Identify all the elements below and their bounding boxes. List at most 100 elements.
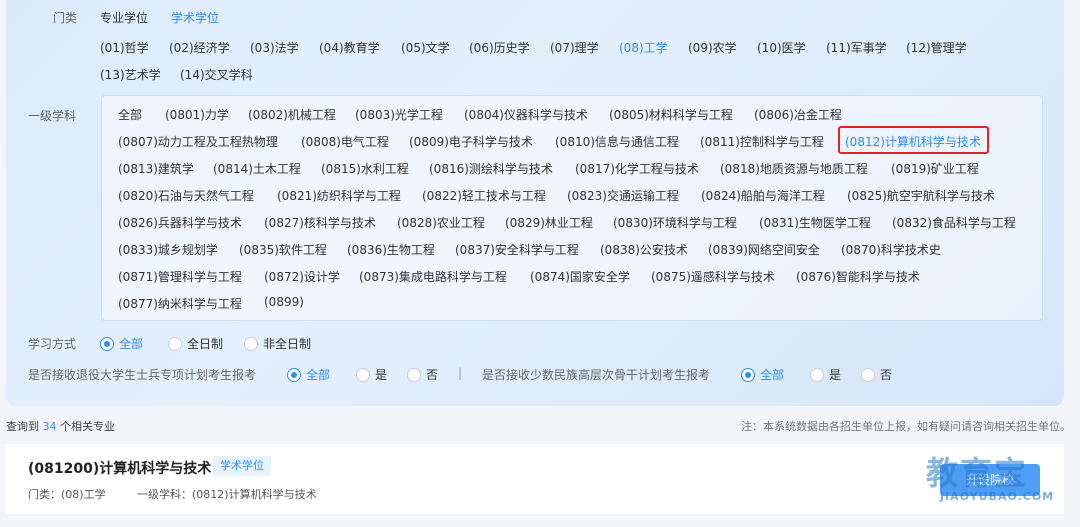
subject-item[interactable]: (0808)电气工程 [301, 133, 389, 150]
subject-item[interactable]: (0824)船舶与海洋工程 [701, 187, 825, 204]
open-schools-button[interactable]: 开设院校 [940, 464, 1040, 496]
category-item[interactable]: (07)理学 [550, 39, 599, 56]
veteran-all-radio[interactable]: 全部 [287, 366, 330, 383]
subject-item[interactable]: (0823)交通运输工程 [567, 187, 679, 204]
subject-item[interactable]: (0836)生物工程 [347, 241, 435, 258]
subject-item[interactable]: (0830)环境科学与工程 [613, 214, 737, 231]
radio-label: 否 [426, 368, 439, 382]
subject-item[interactable]: (0838)公安技术 [600, 241, 688, 258]
subject-item[interactable]: (0814)土木工程 [213, 160, 301, 177]
degree-academic[interactable]: 学术学位 [171, 9, 219, 26]
minority-no-radio[interactable]: 否 [861, 366, 892, 383]
subject-item[interactable]: (0804)仪器科学与技术 [464, 106, 588, 123]
category-item[interactable]: (11)军事学 [826, 39, 887, 56]
major-subject: 一级学科：(0812)计算机科学与技术 [137, 488, 317, 501]
category-item[interactable]: (10)医学 [757, 39, 806, 56]
radio-label: 全部 [760, 368, 785, 382]
divider: | [458, 366, 463, 380]
subject-item[interactable]: (0826)兵器科学与技术 [118, 214, 242, 231]
category-item[interactable]: (12)管理学 [906, 39, 967, 56]
radio-label: 是 [375, 368, 388, 382]
radio-label: 否 [880, 368, 893, 382]
subject-item[interactable]: (0837)安全科学与工程 [455, 241, 579, 258]
subject-item[interactable]: (0831)生物医学工程 [759, 214, 871, 231]
study-mode-label: 学习方式 [28, 337, 77, 351]
major-category: 门类：(08)工学 [28, 488, 106, 501]
subject-item[interactable]: (0877)纳米科学与工程 [118, 295, 242, 312]
subject-item[interactable]: (0809)电子科学与技术 [409, 133, 533, 150]
minority-label: 是否接收少数民族高层次骨干计划考生报考 [482, 368, 711, 382]
result-suffix: 个相关专业 [60, 420, 115, 433]
category-label: 门类 [53, 11, 78, 25]
subject-item[interactable]: (0876)智能科学与技术 [796, 268, 920, 285]
major-card: (081200)计算机科学与技术 学术学位 门类：(08)工学 一级学科：(08… [6, 444, 1064, 514]
radio-label: 是 [829, 368, 842, 382]
degree-professional[interactable]: 专业学位 [100, 9, 148, 26]
subject-item[interactable]: (0871)管理科学与工程 [118, 268, 242, 285]
subject-item[interactable]: 全部 [118, 106, 142, 123]
veteran-yes-radio[interactable]: 是 [356, 366, 387, 383]
subject-item[interactable]: (0874)国家安全学 [530, 268, 630, 285]
category-item[interactable]: (02)经济学 [169, 39, 230, 56]
category-item[interactable]: (09)农学 [688, 39, 737, 56]
subject-item[interactable]: (0875)遥感科学与技术 [651, 268, 775, 285]
radio-label: 全部 [306, 368, 331, 382]
subject-item[interactable]: (0817)化学工程与技术 [575, 160, 699, 177]
subject-item[interactable]: (0822)轻工技术与工程 [422, 187, 546, 204]
subject-item[interactable]: (0802)机械工程 [248, 106, 336, 123]
veteran-no-radio[interactable]: 否 [407, 366, 438, 383]
category-item[interactable]: (03)法学 [250, 39, 299, 56]
subject-item[interactable]: (0805)材料科学与工程 [609, 106, 733, 123]
category-item[interactable]: (04)教育学 [319, 39, 380, 56]
subject-item[interactable]: (0832)食品科学与工程 [892, 214, 1016, 231]
result-prefix: 查询到 [6, 420, 39, 433]
category-item-engineering[interactable]: (08)工学 [619, 39, 668, 56]
category-item[interactable]: (13)艺术学 [100, 66, 161, 83]
subject-item[interactable]: (0821)纺织科学与工程 [277, 187, 401, 204]
study-mode-all-radio[interactable]: 全部 [100, 335, 143, 352]
radio-dot [356, 367, 370, 382]
subject-label: 一级学科 [28, 109, 77, 123]
result-count: 34 [42, 420, 57, 433]
degree-tag: 学术学位 [213, 456, 271, 476]
category-item[interactable]: (05)文学 [401, 39, 450, 56]
category-item[interactable]: (01)哲学 [100, 39, 149, 56]
data-source-note: 注：本系统数据由各招生单位上报，如有疑问请咨询相关招生单位。 [741, 420, 1071, 433]
subject-item-computer-science[interactable]: (0812)计算机科学与技术 [845, 133, 981, 150]
subject-item[interactable]: (0899) [264, 295, 304, 309]
minority-all-radio[interactable]: 全部 [741, 366, 784, 383]
radio-dot [244, 336, 258, 351]
subject-item[interactable]: (0811)控制科学与工程 [700, 133, 824, 150]
study-mode-parttime-radio[interactable]: 非全日制 [244, 335, 311, 352]
subject-item[interactable]: (0833)城乡规划学 [118, 241, 218, 258]
subject-item[interactable]: (0819)矿业工程 [891, 160, 979, 177]
subject-item[interactable]: (0873)集成电路科学与工程 [359, 268, 507, 285]
subject-item[interactable]: (0801)力学 [165, 106, 229, 123]
subject-item[interactable]: (0820)石油与天然气工程 [118, 187, 254, 204]
subject-item[interactable]: (0815)水利工程 [321, 160, 409, 177]
radio-dot [168, 336, 182, 351]
subject-item[interactable]: (0807)动力工程及工程热物理 [118, 133, 278, 150]
subject-item[interactable]: (0872)设计学 [264, 268, 340, 285]
category-item[interactable]: (14)交叉学科 [180, 66, 253, 83]
subject-item[interactable]: (0810)信息与通信工程 [555, 133, 679, 150]
subject-item[interactable]: (0825)航空宇航科学与技术 [847, 187, 995, 204]
subject-item[interactable]: (0870)科学技术史 [841, 241, 941, 258]
study-mode-fulltime-radio[interactable]: 全日制 [168, 335, 223, 352]
subject-item[interactable]: (0816)测绘科学与技术 [429, 160, 553, 177]
subject-item[interactable]: (0818)地质资源与地质工程 [720, 160, 868, 177]
radio-dot [287, 367, 301, 382]
subject-item[interactable]: (0835)软件工程 [239, 241, 327, 258]
category-item[interactable]: (06)历史学 [469, 39, 530, 56]
subject-item[interactable]: (0813)建筑学 [118, 160, 194, 177]
subject-item[interactable]: (0806)冶金工程 [754, 106, 842, 123]
subject-item[interactable]: (0828)农业工程 [397, 214, 485, 231]
subject-item[interactable]: (0839)网络空间安全 [708, 241, 820, 258]
minority-yes-radio[interactable]: 是 [810, 366, 841, 383]
radio-dot [861, 367, 875, 382]
major-title[interactable]: (081200)计算机科学与技术 [28, 458, 211, 478]
subject-item[interactable]: (0829)林业工程 [505, 214, 593, 231]
subject-item[interactable]: (0803)光学工程 [355, 106, 443, 123]
radio-label: 全部 [119, 337, 144, 351]
subject-item[interactable]: (0827)核科学与技术 [264, 214, 376, 231]
